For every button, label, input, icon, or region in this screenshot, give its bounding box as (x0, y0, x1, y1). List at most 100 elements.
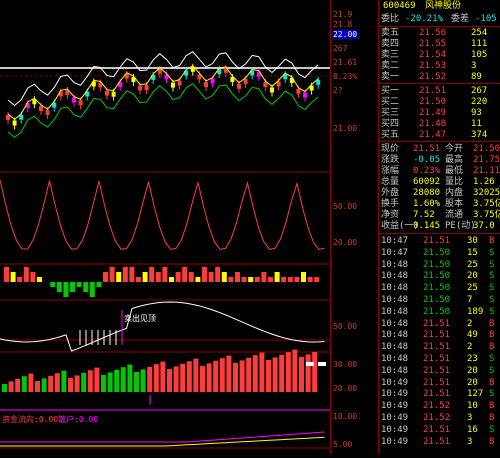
tick-volume: 20 (467, 377, 478, 388)
tick-time: 10:47 (381, 236, 409, 246)
candle-body (303, 92, 307, 98)
level-volume: 11 (471, 119, 482, 129)
tick-price: 21.51 (423, 365, 451, 376)
level-volume: 254 (471, 28, 488, 38)
moneyflow-bar (160, 361, 166, 392)
axis-label: 0.23% (333, 72, 358, 81)
quote-label: 最低 (445, 166, 464, 176)
candle-body (237, 83, 241, 89)
tick-volume: 25 (467, 283, 478, 294)
volume-bar (195, 277, 201, 282)
sell-level-row[interactable]: 卖一 21.52 89 (379, 72, 500, 83)
buy-level-row[interactable]: 买一 21.51 267 (379, 86, 500, 97)
moneyflow-marker (318, 362, 326, 366)
moneyflow-bar (114, 369, 120, 392)
candle-body (243, 78, 248, 84)
sell-level-row[interactable]: 卖四 21.55 111 (379, 39, 500, 50)
quote-value: 37.0 (473, 221, 495, 231)
sell-level-row[interactable]: 卖五 21.56 254 (379, 28, 500, 39)
quote-row: 涨跌 -0.05 最高 21.75 (379, 155, 500, 166)
tick-direction: B (489, 330, 495, 341)
volume-bar (294, 277, 300, 282)
upper-band-line (7, 51, 319, 107)
volume-bar (287, 277, 293, 282)
moneyflow-bar (186, 361, 192, 392)
stock-name: 风神股份 (425, 1, 462, 11)
candle-body (144, 84, 149, 90)
level-price: 21.50 (419, 97, 447, 107)
level-price: 21.56 (419, 28, 447, 38)
quote-value: 21.75 (473, 155, 500, 165)
moneyflow-bar (81, 372, 87, 392)
sell-level-row[interactable]: 卖三 21.54 105 (379, 50, 500, 61)
tick-price: 21.51 (423, 377, 451, 388)
tick-row: 10:49 21.51 16 S (379, 425, 500, 436)
volume-bar (182, 267, 188, 282)
kline-chart-area[interactable]: 卖出见顶 资金流向:0.00 散户:0.00 (0, 0, 330, 454)
tick-volume: 2 (467, 318, 473, 329)
level-price: 21.54 (419, 50, 447, 60)
candle-body (12, 120, 17, 126)
candle-body (45, 110, 50, 116)
tick-direction: B (489, 401, 495, 412)
moneyflow-bar (279, 354, 285, 392)
level-label: 卖一 (381, 72, 400, 82)
volume-bar (254, 277, 260, 282)
tick-row: 10:48 21.50 25 S (379, 283, 500, 294)
level-label: 买四 (381, 119, 400, 129)
axis-label: 30.00 (333, 360, 358, 369)
tick-time: 10:49 (381, 377, 409, 388)
tick-price: 21.52 (423, 401, 451, 412)
buy-level-row[interactable]: 买二 21.50 220 (379, 97, 500, 108)
tick-volume: 49 (467, 330, 478, 341)
moneyflow-bar (259, 352, 265, 392)
buy-level-row[interactable]: 买五 21.47 374 (379, 130, 500, 141)
moneyflow-bar (41, 378, 47, 392)
volume-bar (30, 272, 36, 282)
tick-row: 10:48 21.51 2 B (379, 319, 500, 330)
tick-row: 10:49 21.52 10 B (379, 401, 500, 412)
quote-value: 1.60% (413, 199, 441, 209)
tick-price: 21.51 (423, 342, 451, 353)
tick-row: 10:48 21.50 189 S (379, 307, 500, 318)
buy-level-row[interactable]: 买三 21.49 93 (379, 108, 500, 119)
volume-bar (76, 282, 82, 287)
axis-label: 267 (333, 44, 348, 53)
quote-label: 最高 (445, 155, 464, 165)
tick-row: 10:49 21.51 3 B (379, 437, 500, 448)
tick-time: 10:49 (381, 413, 409, 423)
tick-volume: 3 (467, 436, 473, 447)
quote-value: 7.52 (413, 210, 435, 220)
tick-price: 21.50 (423, 247, 451, 258)
level-price: 21.49 (419, 108, 447, 118)
tick-price: 21.51 (423, 424, 451, 435)
buy-level-row[interactable]: 买四 21.48 11 (379, 119, 500, 130)
tick-price: 21.50 (423, 306, 451, 317)
axis-label: 10.00 (333, 412, 358, 421)
candle-body (177, 80, 182, 86)
quote-value: 32025 (473, 188, 500, 198)
tick-price: 21.50 (423, 295, 451, 305)
sell-level-row[interactable]: 卖二 21.53 3 (379, 61, 500, 72)
level-label: 卖五 (381, 28, 400, 38)
quote-label: 量比 (445, 177, 464, 187)
volume-bar (228, 277, 234, 282)
level-price: 21.47 (419, 130, 447, 140)
tick-direction: S (489, 247, 495, 258)
quote-value: 21.11 (473, 166, 500, 176)
level-price: 21.48 (419, 119, 447, 129)
moneyflow-bar (266, 360, 271, 392)
volume-bar (89, 282, 95, 297)
chart-canvas[interactable]: 卖出见顶资金流向:0.00 散户:0.00 (0, 0, 330, 454)
tick-price: 21.51 (423, 236, 451, 246)
volume-bar (208, 272, 214, 282)
moneyflow-bar (35, 381, 40, 392)
price-axis: 21.9 21.8 22.00 267 21.61 0.23% 2? 21.00… (330, 0, 379, 454)
quote-value: 60092 (413, 177, 441, 187)
axis-label: 21.61 (333, 58, 358, 67)
moneyflow-bar (87, 370, 93, 392)
tick-volume: 25 (467, 259, 478, 270)
tick-volume: 30 (467, 236, 478, 246)
tick-price: 21.52 (423, 413, 451, 423)
level-label: 买五 (381, 130, 400, 140)
